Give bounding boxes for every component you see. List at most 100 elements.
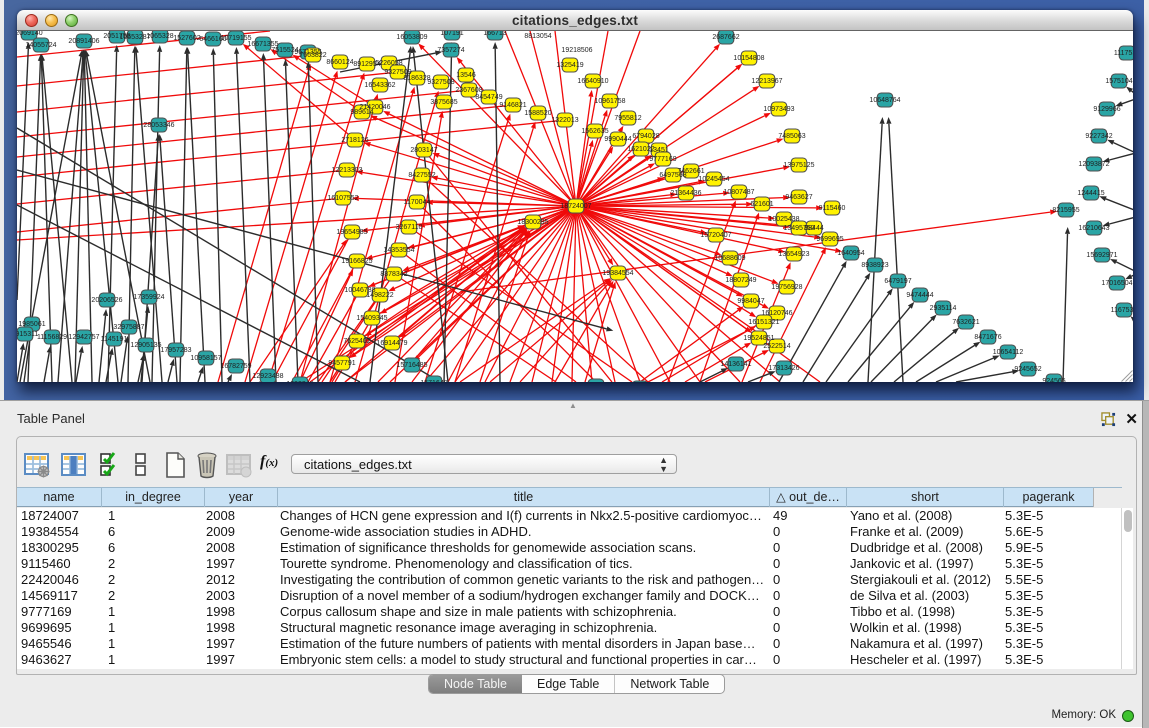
svg-text:13451: 13451 bbox=[649, 147, 669, 154]
svg-text:8813054: 8813054 bbox=[524, 33, 551, 40]
svg-text:7632621: 7632621 bbox=[952, 319, 979, 326]
svg-text:10025438: 10025438 bbox=[768, 216, 799, 223]
svg-text:1170044: 1170044 bbox=[404, 199, 431, 206]
svg-text:17957283: 17957283 bbox=[160, 347, 191, 354]
svg-text:12923488: 12923488 bbox=[252, 373, 283, 380]
svg-text:8427552: 8427552 bbox=[408, 172, 435, 179]
svg-text:8878342: 8878342 bbox=[380, 271, 407, 278]
svg-text:1322013: 1322013 bbox=[551, 117, 578, 124]
svg-text:32975887: 32975887 bbox=[113, 324, 144, 331]
svg-text:1571648: 1571648 bbox=[420, 380, 447, 382]
svg-text:1575104: 1575104 bbox=[1105, 78, 1132, 85]
svg-text:6479197: 6479197 bbox=[884, 278, 911, 285]
svg-text:18724007: 18724007 bbox=[560, 203, 591, 210]
svg-text:1325419: 1325419 bbox=[556, 62, 583, 69]
svg-text:18807249: 18807249 bbox=[725, 277, 756, 284]
svg-text:2367608: 2367608 bbox=[455, 87, 482, 94]
svg-text:107191: 107191 bbox=[440, 31, 463, 37]
svg-text:16120746: 16120746 bbox=[761, 310, 792, 317]
svg-text:3267110: 3267110 bbox=[396, 224, 423, 231]
svg-text:621601: 621601 bbox=[750, 201, 773, 208]
svg-text:12905135: 12905135 bbox=[130, 342, 161, 349]
svg-text:6794028: 6794028 bbox=[632, 133, 659, 140]
svg-text:21364436: 21364436 bbox=[670, 190, 701, 197]
svg-text:19524851: 19524851 bbox=[743, 335, 774, 342]
svg-text:13546: 13546 bbox=[456, 72, 476, 79]
svg-text:9474444: 9474444 bbox=[906, 292, 933, 299]
svg-text:1527602: 1527602 bbox=[173, 35, 200, 42]
svg-text:9245652: 9245652 bbox=[1014, 366, 1041, 373]
svg-text:8215955: 8215955 bbox=[1052, 207, 1079, 214]
svg-text:8660124: 8660124 bbox=[326, 59, 353, 66]
svg-text:8471676: 8471676 bbox=[974, 334, 1001, 341]
svg-text:1292348: 1292348 bbox=[286, 381, 313, 382]
svg-text:15716485: 15716485 bbox=[396, 362, 427, 369]
svg-text:16053809: 16053809 bbox=[396, 34, 427, 41]
svg-text:20206526: 20206526 bbox=[91, 297, 122, 304]
svg-text:17016504: 17016504 bbox=[1101, 280, 1132, 287]
svg-text:9327508: 9327508 bbox=[427, 79, 454, 86]
svg-text:9777169: 9777169 bbox=[649, 156, 676, 163]
svg-text:1117534: 1117534 bbox=[1114, 50, 1133, 57]
svg-text:1167534: 1167534 bbox=[1111, 307, 1133, 314]
svg-text:1562635: 1562635 bbox=[581, 128, 608, 135]
svg-text:12093872: 12093872 bbox=[1078, 161, 1109, 168]
svg-text:28053346: 28053346 bbox=[143, 122, 174, 129]
svg-text:10154808: 10154808 bbox=[733, 55, 764, 62]
svg-text:9699695: 9699695 bbox=[816, 236, 843, 243]
svg-text:14136141: 14136141 bbox=[720, 361, 751, 368]
svg-text:12213303: 12213303 bbox=[331, 167, 362, 174]
svg-text:7485063: 7485063 bbox=[778, 133, 805, 140]
svg-text:19166825: 19166825 bbox=[341, 258, 372, 265]
svg-text:2935114: 2935114 bbox=[930, 305, 957, 312]
svg-text:9115460: 9115460 bbox=[819, 205, 846, 212]
svg-text:16210643: 16210643 bbox=[1078, 225, 1109, 232]
svg-text:19756928: 19756928 bbox=[771, 284, 802, 291]
svg-text:10961758: 10961758 bbox=[594, 98, 625, 105]
svg-text:2803147: 2803147 bbox=[410, 147, 437, 154]
svg-text:17313426: 17313426 bbox=[768, 365, 799, 372]
svg-text:13654923: 13654923 bbox=[778, 251, 809, 258]
svg-text:17359924: 17359924 bbox=[133, 294, 164, 301]
svg-text:1244415: 1244415 bbox=[1077, 190, 1104, 197]
svg-text:2522514: 2522514 bbox=[763, 343, 790, 350]
svg-text:9990444: 9990444 bbox=[604, 136, 631, 143]
svg-text:15720407: 15720407 bbox=[700, 232, 731, 239]
svg-text:9463627: 9463627 bbox=[785, 194, 812, 201]
svg-text:19654985: 19654985 bbox=[336, 229, 367, 236]
svg-text:3915311: 3915311 bbox=[17, 331, 38, 338]
svg-text:10245454: 10245454 bbox=[698, 176, 729, 183]
svg-text:8454749: 8454749 bbox=[475, 94, 502, 101]
svg-text:16107552: 16107552 bbox=[327, 195, 358, 202]
svg-text:924565: 924565 bbox=[1042, 378, 1065, 382]
svg-text:9227342: 9227342 bbox=[1085, 133, 1112, 140]
svg-text:7663822: 7663822 bbox=[299, 52, 326, 59]
svg-text:8938923: 8938923 bbox=[861, 262, 888, 269]
svg-text:9129966: 9129966 bbox=[1093, 106, 1120, 113]
svg-text:16782759: 16782759 bbox=[220, 363, 251, 370]
svg-text:7625402: 7625402 bbox=[343, 338, 370, 345]
svg-text:9457791: 9457791 bbox=[328, 360, 355, 367]
svg-text:9146821: 9146821 bbox=[499, 102, 526, 109]
svg-text:1640954: 1640954 bbox=[837, 250, 864, 257]
svg-text:10958157: 10958157 bbox=[190, 355, 221, 362]
svg-text:15409345: 15409345 bbox=[356, 315, 387, 322]
svg-text:5226058: 5226058 bbox=[375, 60, 402, 67]
svg-text:11156829: 11156829 bbox=[37, 334, 67, 341]
svg-text:1588520: 1588520 bbox=[524, 110, 551, 117]
svg-text:1145191: 1145191 bbox=[101, 336, 128, 343]
svg-text:2718126: 2718126 bbox=[341, 137, 368, 144]
svg-text:10807487: 10807487 bbox=[723, 189, 754, 196]
svg-text:16914479: 16914479 bbox=[376, 340, 407, 347]
svg-text:6497568: 6497568 bbox=[659, 172, 686, 179]
svg-text:14353554: 14353554 bbox=[383, 247, 414, 254]
svg-text:2069140: 2069140 bbox=[17, 31, 43, 37]
svg-text:98444: 98444 bbox=[804, 225, 824, 232]
svg-text:19384554: 19384554 bbox=[602, 270, 633, 277]
svg-text:13975125: 13975125 bbox=[783, 162, 814, 169]
svg-text:1498222: 1498222 bbox=[366, 292, 393, 299]
svg-text:20891406: 20891406 bbox=[68, 38, 99, 45]
svg-text:1065328: 1065328 bbox=[146, 33, 173, 40]
svg-text:19218506: 19218506 bbox=[561, 47, 592, 54]
svg-text:15692971: 15692971 bbox=[1086, 252, 1117, 259]
